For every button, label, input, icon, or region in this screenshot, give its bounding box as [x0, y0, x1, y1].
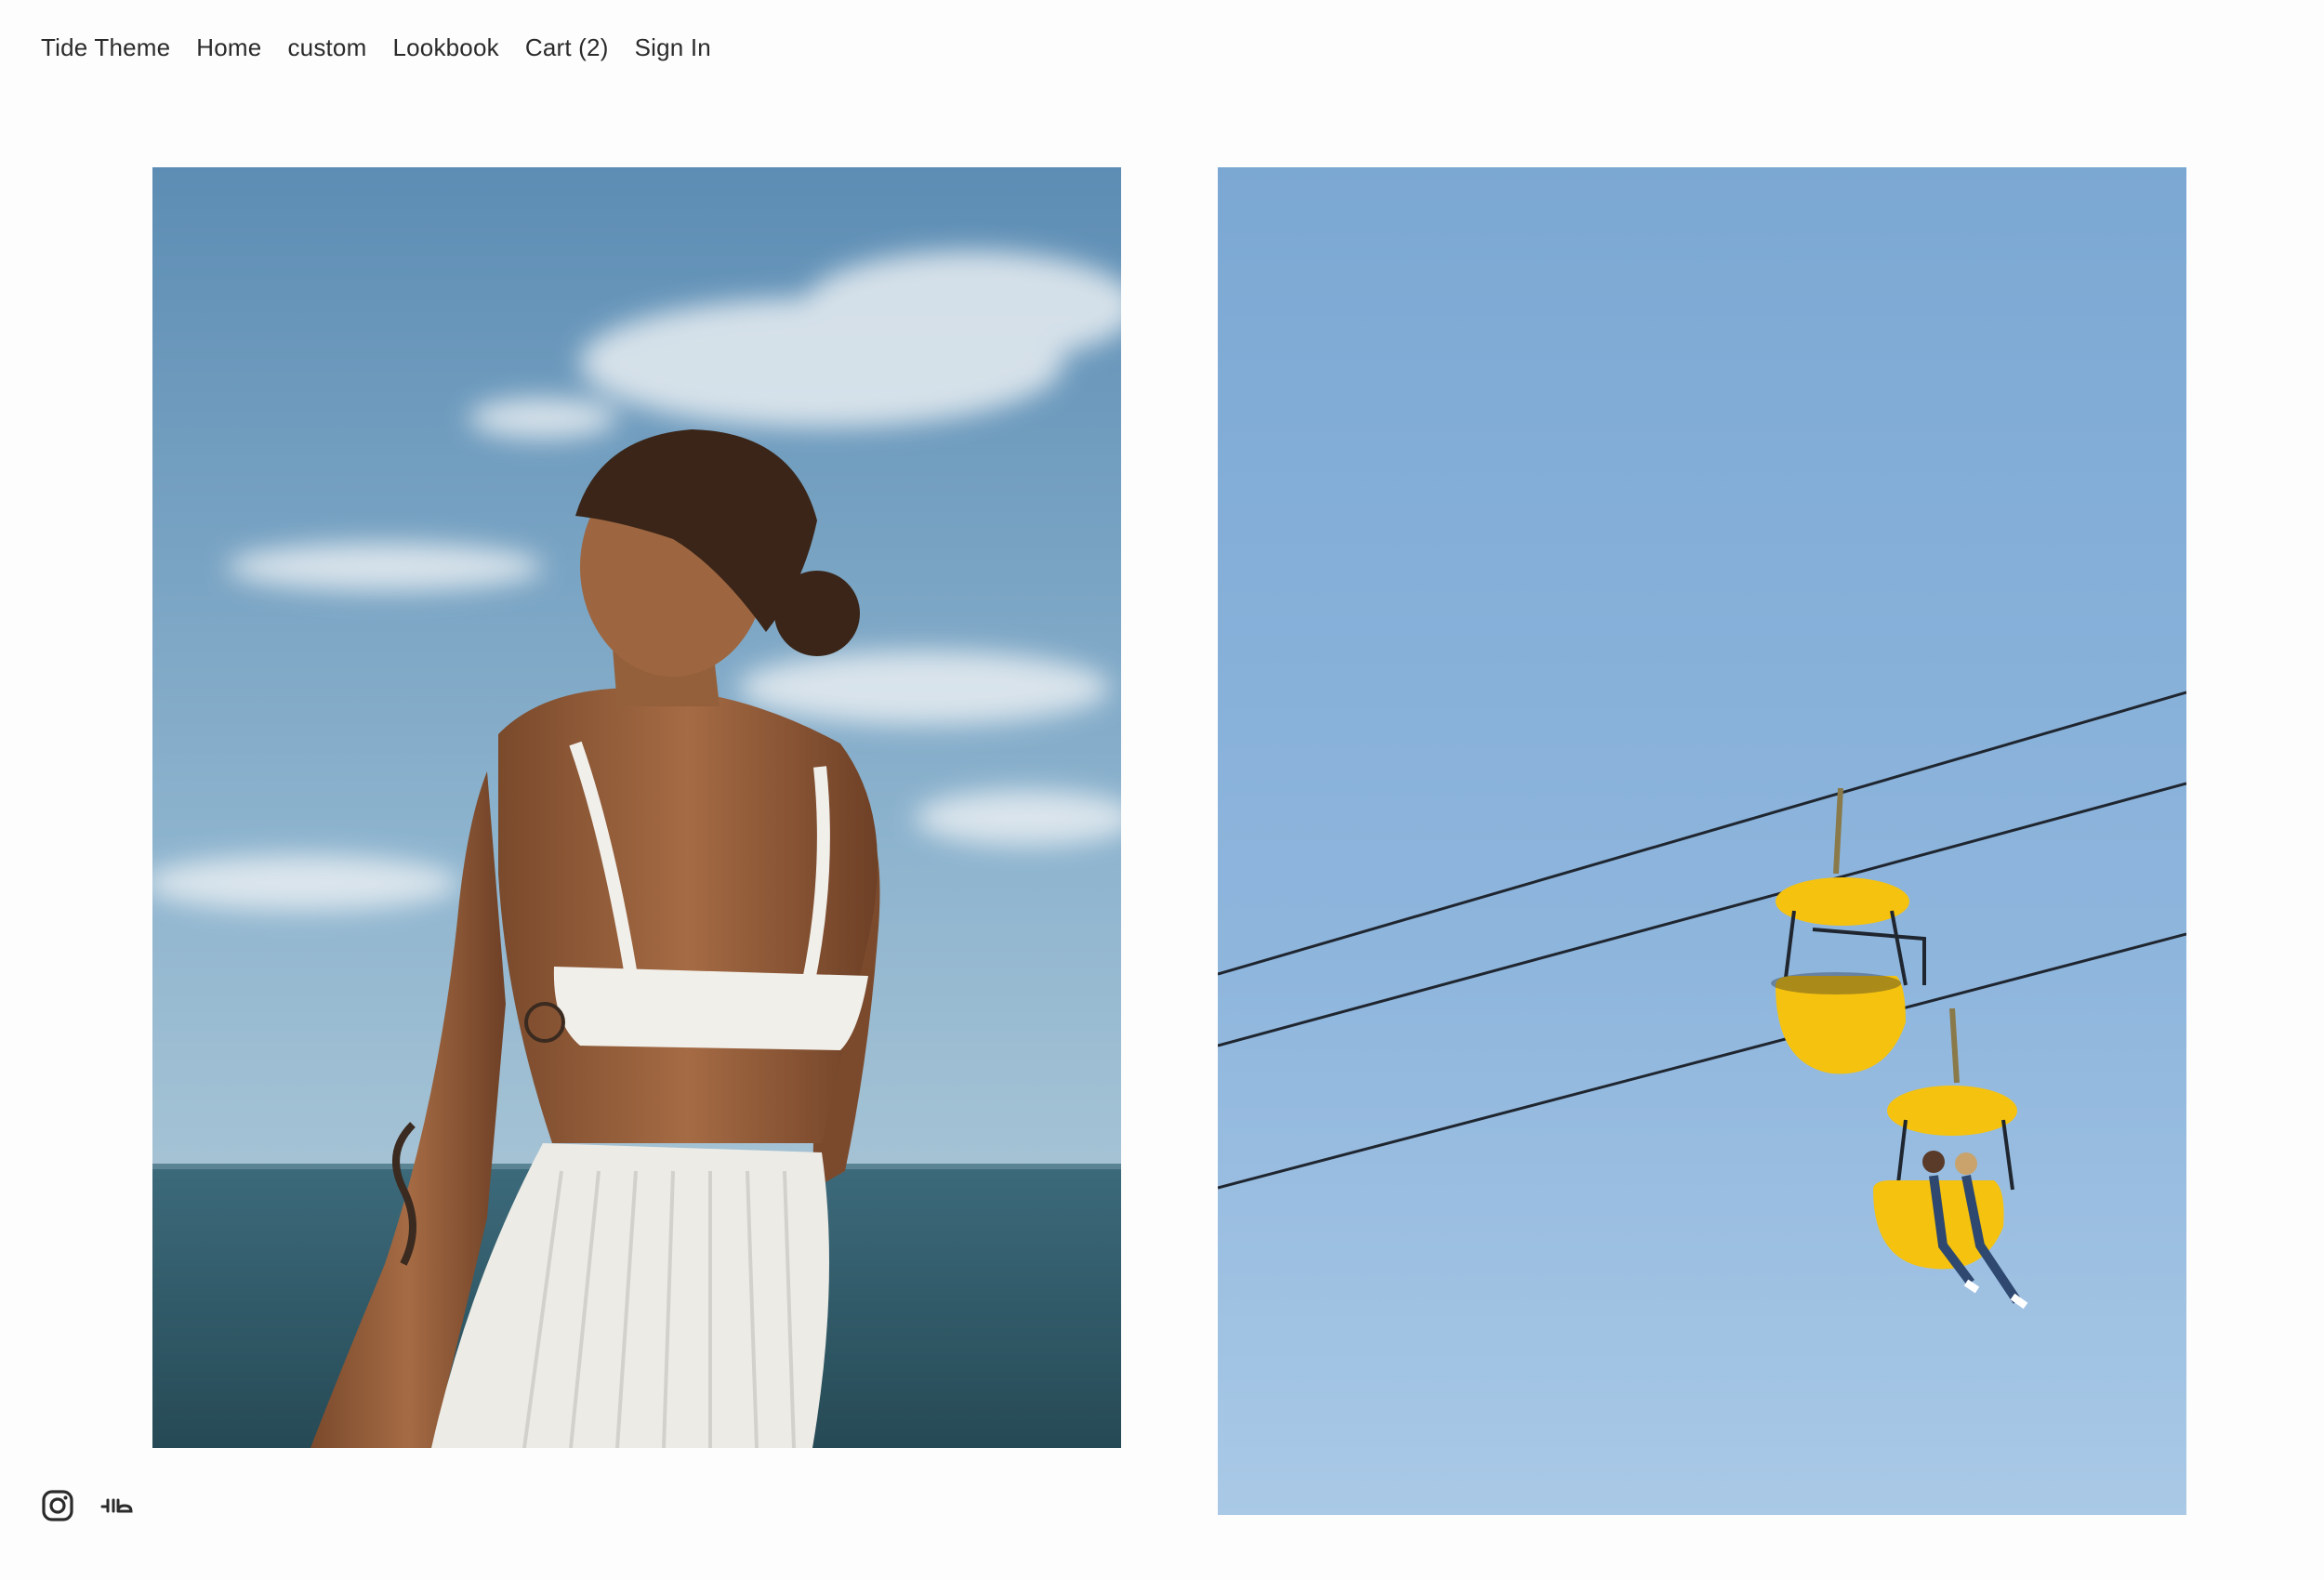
brand-link[interactable]: Tide Theme	[41, 33, 170, 62]
yellow-gondolas-image	[1218, 167, 2186, 1515]
gallery-image-yellow-gondolas[interactable]	[1218, 167, 2186, 1515]
top-navigation: Tide Theme Home custom Lookbook Cart (2)…	[41, 33, 711, 62]
nav-home[interactable]: Home	[196, 33, 261, 62]
nav-sign-in[interactable]: Sign In	[635, 33, 711, 62]
social-links	[41, 1489, 136, 1522]
nav-lookbook[interactable]: Lookbook	[392, 33, 498, 62]
ello-icon[interactable]	[100, 1494, 136, 1517]
nav-cart[interactable]: Cart (2)	[525, 33, 609, 62]
woman-by-sea-image	[152, 167, 1121, 1448]
instagram-icon[interactable]	[41, 1489, 74, 1522]
nav-custom[interactable]: custom	[287, 33, 366, 62]
gallery-image-woman-by-sea[interactable]	[152, 167, 1121, 1448]
